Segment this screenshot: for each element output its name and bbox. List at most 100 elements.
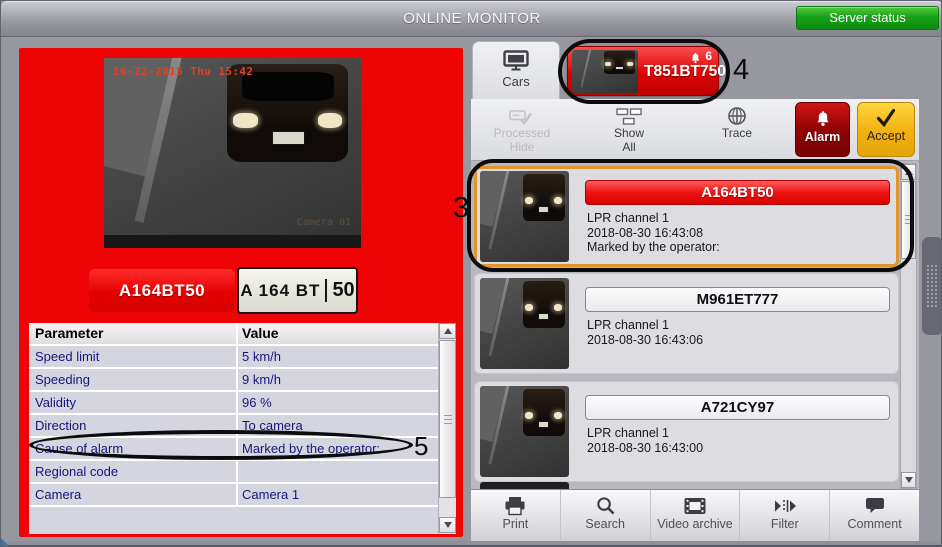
headlight-left — [524, 412, 534, 420]
search-label: Search — [585, 517, 625, 531]
monitor-icon — [503, 50, 529, 71]
curb-shape — [580, 50, 593, 88]
column-header-parameter: Parameter — [35, 325, 104, 341]
arrow-up-icon — [443, 328, 452, 334]
headlight-right — [317, 113, 343, 128]
row-parameter: Cause of alarm — [35, 441, 124, 456]
bottom-toolbar: Print Search Video archive Filter Commen… — [471, 489, 919, 541]
show-all-icon — [616, 105, 642, 127]
server-status-button[interactable]: Server status — [796, 6, 939, 30]
event-channel: LPR channel 1 — [587, 318, 670, 332]
event-timestamp: 2018-08-30 16:43:08 — [587, 225, 704, 240]
alarm-button-label: Alarm — [804, 130, 841, 144]
alarm-button[interactable]: Alarm — [795, 102, 850, 157]
trace-button[interactable]: Trace — [695, 99, 779, 161]
table-row[interactable]: Camera Camera 1 — [29, 484, 438, 507]
show-all-label-line2: All — [622, 139, 636, 154]
alarm-plate-tab[interactable]: T851BT750 6 — [567, 46, 726, 96]
event-item[interactable]: M961ET777 LPR channel 1 2018-08-30 16:43… — [474, 273, 899, 374]
tab-cars-label: Cars — [502, 74, 530, 89]
car-plate-shape — [538, 205, 550, 213]
table-row[interactable]: Validity 96 % — [29, 392, 438, 415]
table-row[interactable]: Speeding 9 km/h — [29, 369, 438, 392]
row-parameter: Speed limit — [35, 349, 100, 364]
comment-button[interactable]: Comment — [830, 490, 919, 541]
check-icon — [875, 108, 897, 128]
search-icon — [596, 495, 615, 516]
alarm-count-badge: 6 — [705, 49, 712, 63]
processed-label-line1: Processed — [493, 126, 551, 140]
filter-icon — [773, 495, 797, 516]
video-archive-icon — [683, 495, 707, 516]
grip-dots — [926, 264, 939, 308]
headlight-right — [626, 62, 634, 66]
row-value: To camera — [242, 418, 303, 433]
headlight-left — [233, 113, 258, 128]
filter-label: Filter — [770, 517, 799, 531]
scroll-up-button[interactable] — [439, 323, 456, 339]
thumb-grip — [444, 415, 452, 426]
list-scrollbar[interactable] — [900, 163, 917, 489]
filter-button[interactable]: Filter — [740, 490, 831, 541]
table-row[interactable]: Direction To camera — [29, 415, 438, 438]
processed-hide-button[interactable]: Processed Hide — [480, 99, 564, 161]
event-thumbnail — [480, 278, 569, 369]
printer-icon — [504, 495, 526, 516]
row-value: Marked by the operator: — [242, 441, 381, 456]
car-plate-shape — [615, 66, 624, 70]
video-bottom-band — [104, 234, 361, 248]
accept-button-label: Accept — [866, 129, 906, 143]
search-button[interactable]: Search — [561, 490, 651, 541]
event-thumbnail — [480, 171, 569, 262]
row-parameter: Validity — [35, 395, 76, 410]
car-shape — [522, 280, 565, 329]
event-channel: LPR channel 1 — [587, 426, 670, 440]
plate-crop-region: 50 — [325, 279, 355, 302]
row-parameter: Speeding — [35, 372, 90, 387]
event-item[interactable]: A721CY97 LPR channel 1 2018-08-30 16:43:… — [474, 381, 899, 482]
event-plate-button[interactable]: M961ET777 — [585, 287, 890, 312]
event-plate-button[interactable]: A721CY97 — [585, 395, 890, 420]
car-shape — [227, 63, 349, 163]
table-row[interactable]: Speed limit 5 km/h — [29, 346, 438, 369]
show-all-button[interactable]: Show All — [587, 99, 671, 161]
accept-button[interactable]: Accept — [857, 102, 915, 157]
alarm-tab-thumbnail — [572, 50, 638, 93]
scroll-down-button[interactable] — [901, 472, 916, 488]
column-divider — [236, 323, 238, 507]
recognized-plate-text: A164BT50 — [89, 269, 235, 312]
tab-cars[interactable]: Cars — [472, 41, 560, 99]
table-row-cause-of-alarm[interactable]: Cause of alarm Marked by the operator: — [29, 438, 438, 461]
scroll-up-button[interactable] — [901, 164, 916, 180]
column-header-value: Value — [242, 325, 279, 341]
event-item-selected[interactable]: A164BT50 LPR channel 1 2018-08-30 16:43:… — [474, 166, 899, 267]
window-footer — [1, 541, 941, 546]
scroll-down-button[interactable] — [439, 517, 456, 533]
trace-label: Trace — [721, 126, 753, 140]
camera-name-overlay: Camera 01 — [296, 217, 351, 228]
headlight-left — [524, 197, 534, 205]
plate-crop-image: A 164 BT 50 — [237, 267, 358, 314]
headlight-left — [605, 62, 612, 66]
print-label: Print — [502, 517, 529, 531]
row-value: 5 km/h — [242, 349, 282, 364]
headlight-left — [524, 304, 534, 312]
processed-label-line2: Hide — [509, 139, 535, 154]
row-parameter: Regional code — [35, 464, 119, 479]
event-plate-button[interactable]: A164BT50 — [585, 180, 890, 205]
row-parameter: Camera — [35, 487, 82, 502]
panel-drag-handle[interactable] — [922, 237, 941, 335]
event-timestamp: 2018-08-30 16:43:00 — [587, 440, 704, 455]
event-note: Marked by the operator: — [587, 240, 720, 254]
table-scrollbar[interactable] — [438, 323, 456, 534]
video-archive-button[interactable]: Video archive — [651, 490, 741, 541]
scrollbar-thumb[interactable] — [439, 340, 456, 498]
headlight-right — [554, 412, 563, 420]
table-row[interactable]: Regional code — [29, 461, 438, 484]
bell-icon — [815, 110, 831, 127]
scrollbar-thumb[interactable] — [901, 181, 916, 259]
online-monitor-window: ONLINE MONITOR Server status 10-22-2015 … — [0, 0, 942, 547]
video-archive-label: Video archive — [657, 517, 733, 531]
print-button[interactable]: Print — [471, 490, 561, 541]
camera-snapshot: 10-22-2015 Thu 15:42 Camera 01 — [104, 58, 361, 248]
